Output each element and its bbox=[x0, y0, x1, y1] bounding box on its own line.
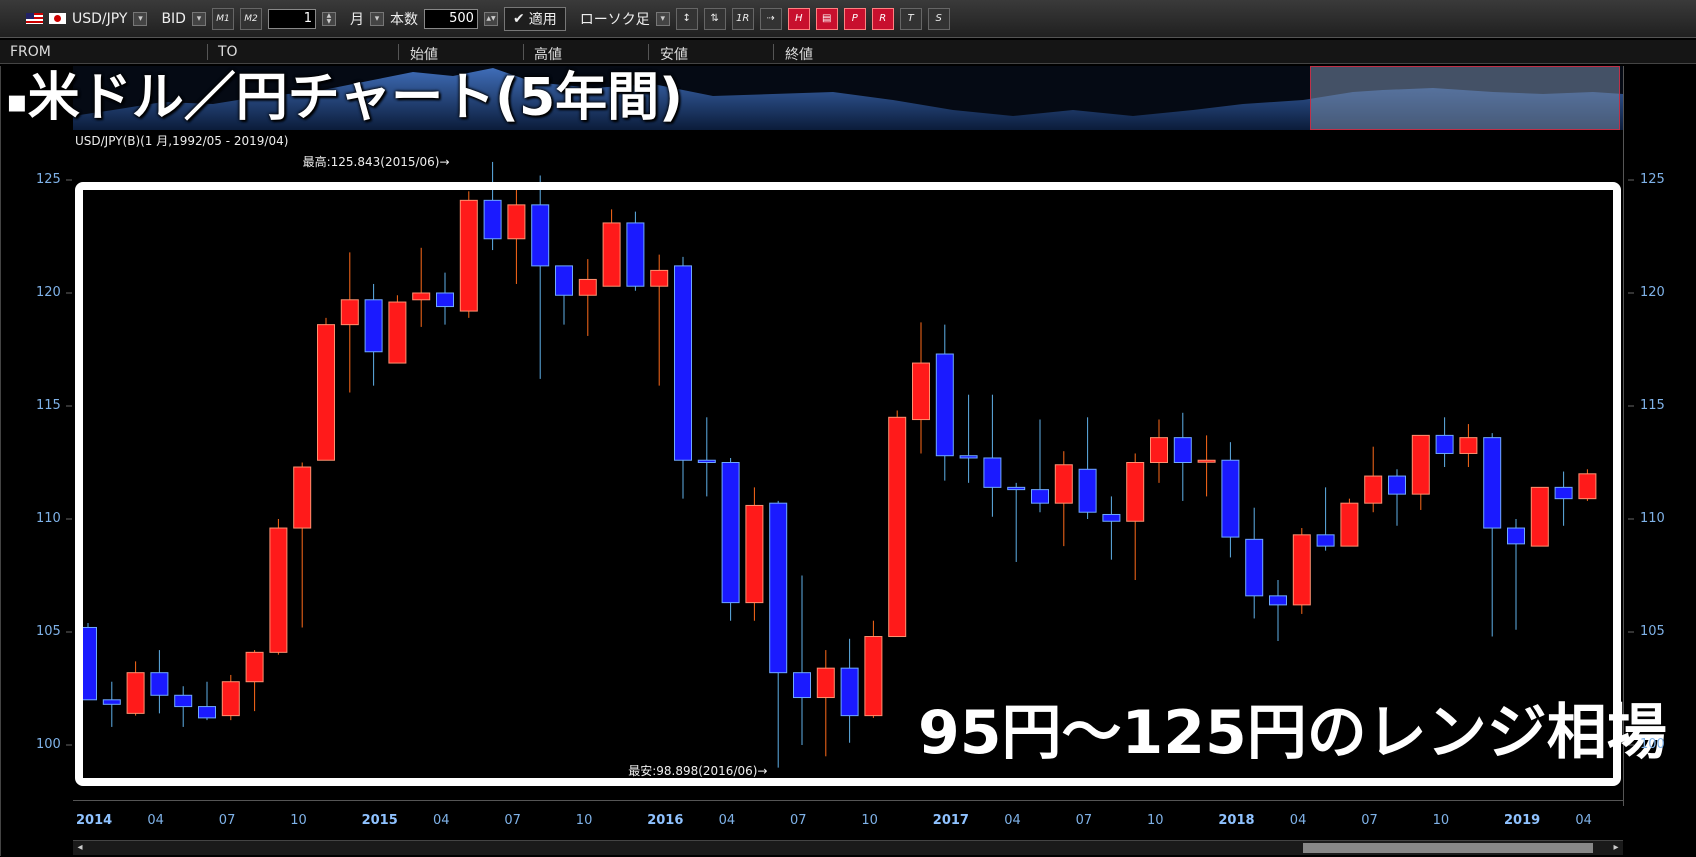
x-axis: 2014 04 07 10 2015 04 07 10 2016 04 07 10 2017 04 07 10… bbox=[73, 800, 1623, 841]
high-annotation: 最高:125.843(2015/06)→ bbox=[302, 155, 450, 170]
y-tick-label: 110 bbox=[1640, 511, 1665, 526]
y-tick-label: 100 bbox=[36, 737, 61, 752]
x-tick-label: 10 bbox=[1432, 813, 1450, 828]
x-tick-label: 04 bbox=[1004, 813, 1021, 828]
x-tick-label: 2015 bbox=[361, 813, 398, 828]
x-tick-label: 2019 bbox=[1504, 813, 1541, 828]
y-tick-label: 115 bbox=[36, 398, 61, 413]
scroll-left-icon[interactable]: ◂ bbox=[73, 841, 87, 855]
x-tick-label: 04 bbox=[718, 813, 736, 828]
range-label: 95円～125円のレンジ相場 bbox=[918, 698, 1667, 768]
x-tick-label: 04 bbox=[1575, 813, 1592, 828]
y-tick-label: 125 bbox=[1640, 172, 1665, 187]
scroll-thumb[interactable] bbox=[1303, 843, 1593, 853]
x-tick-label: 10 bbox=[1147, 813, 1164, 828]
y-tick-label: 110 bbox=[36, 511, 61, 526]
y-tick-label: 100 bbox=[1640, 737, 1665, 752]
x-tick-label: 10 bbox=[861, 813, 878, 828]
low-annotation: 最安:98.898(2016/06)→ bbox=[628, 763, 768, 778]
x-tick-label: 04 bbox=[147, 813, 164, 828]
x-tick-label: 04 bbox=[1289, 813, 1307, 828]
x-tick-label: 04 bbox=[433, 813, 450, 828]
x-tick-label: 2016 bbox=[647, 813, 684, 828]
x-tick-label: 07 bbox=[1361, 813, 1378, 828]
x-tick-label: 2017 bbox=[932, 813, 969, 828]
y-tick-label: 120 bbox=[1640, 285, 1665, 300]
y-tick-label: 125 bbox=[36, 172, 61, 187]
x-tick-label: 07 bbox=[218, 813, 236, 828]
y-tick-label: 105 bbox=[1640, 624, 1665, 639]
x-tick-label: 07 bbox=[504, 813, 521, 828]
scroll-right-icon[interactable]: ▸ bbox=[1609, 841, 1623, 855]
x-tick-label: 07 bbox=[1075, 813, 1093, 828]
highlight-frame bbox=[75, 182, 1621, 786]
y-tick-label: 120 bbox=[36, 285, 61, 300]
x-tick-label: 07 bbox=[790, 813, 807, 828]
y-tick-label: 115 bbox=[1640, 398, 1665, 413]
y-tick-label: 105 bbox=[36, 624, 61, 639]
x-tick-label: 10 bbox=[575, 813, 593, 828]
x-tick-label: 10 bbox=[290, 813, 307, 828]
horizontal-scrollbar[interactable]: ◂ ▸ bbox=[73, 840, 1623, 855]
x-tick-label: 2014 bbox=[76, 813, 113, 828]
x-tick-label: 2018 bbox=[1218, 813, 1255, 828]
